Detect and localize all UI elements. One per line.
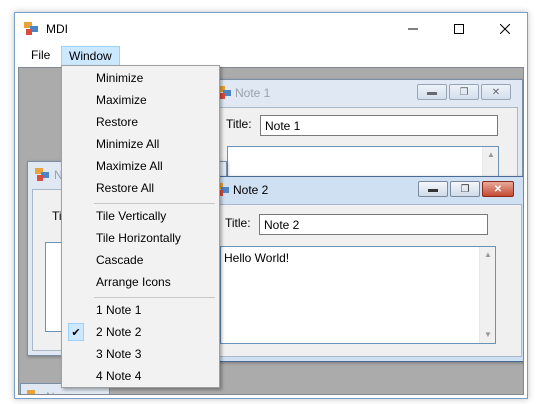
child-window-note1[interactable]: Note 1 ▬ ❐ ✕ Title: Note 1 ▲ <box>211 79 523 186</box>
menu-separator <box>94 203 215 204</box>
scroll-down-icon[interactable]: ▼ <box>480 327 496 343</box>
scroll-up-icon[interactable]: ▲ <box>483 147 499 163</box>
note2-caption[interactable]: Note 2 ▬ ❐ ✕ <box>210 177 523 203</box>
menu-item-tile-horizontally[interactable]: Tile Horizontally <box>64 227 217 249</box>
restore-icon: ❐ <box>459 86 469 98</box>
close-button[interactable] <box>482 13 528 44</box>
menu-file[interactable]: File <box>24 46 57 66</box>
note2-body[interactable]: Hello World! ▲ ▼ <box>220 246 496 344</box>
title-bar[interactable]: MDI <box>15 13 527 44</box>
close-icon: ✕ <box>493 183 503 195</box>
menu-item-maximize-all[interactable]: Maximize All <box>64 155 217 177</box>
menu-item-window-1[interactable]: 1 Note 1 <box>64 299 217 321</box>
minimize-icon <box>408 28 418 29</box>
checkmark-icon: ✔ <box>68 323 84 341</box>
menu-item-window-2[interactable]: ✔ 2 Note 2 <box>64 321 217 343</box>
child-window-note2[interactable]: Note 2 ▬ ❐ ✕ Title: Note 2 Hello World! … <box>209 176 523 362</box>
note1-close-button[interactable]: ✕ <box>481 84 511 100</box>
menu-item-cascade[interactable]: Cascade <box>64 249 217 271</box>
note2-client: Title: Note 2 Hello World! ▲ ▼ <box>214 204 522 357</box>
note1-caption[interactable]: Note 1 ▬ ❐ ✕ <box>212 80 522 106</box>
note2-restore-button[interactable]: ❐ <box>450 181 480 197</box>
menu-item-minimize[interactable]: Minimize <box>64 67 217 89</box>
maximize-button[interactable] <box>436 13 482 44</box>
close-icon <box>500 23 510 34</box>
menu-item-window-2-label: 2 Note 2 <box>96 325 142 339</box>
menu-item-restore-all[interactable]: Restore All <box>64 177 217 199</box>
menu-item-tile-vertically[interactable]: Tile Vertically <box>64 205 217 227</box>
note2-minimize-button[interactable]: ▬ <box>418 181 448 197</box>
menu-separator <box>94 297 215 298</box>
maximize-icon <box>454 23 464 34</box>
minimize-icon: ▬ <box>428 183 438 195</box>
minimize-button[interactable] <box>390 13 436 44</box>
note1-title-label: Title: <box>226 117 252 131</box>
note1-title: Note 1 <box>235 86 271 100</box>
scroll-up-icon[interactable]: ▲ <box>480 247 496 263</box>
note1-client: Title: Note 1 ▲ <box>216 107 518 186</box>
menu-item-maximize[interactable]: Maximize <box>64 89 217 111</box>
menu-item-window-4[interactable]: 4 Note 4 <box>64 365 217 387</box>
window-title: MDI <box>46 22 68 36</box>
note2-title-label: Title: <box>225 216 251 230</box>
note1-title-input[interactable]: Note 1 <box>260 115 498 136</box>
note3-icon <box>35 168 49 181</box>
note2-title: Note 2 <box>233 183 269 197</box>
app-icon <box>24 22 38 35</box>
note1-restore-button[interactable]: ❐ <box>449 84 479 100</box>
menu-item-minimize-all[interactable]: Minimize All <box>64 133 217 155</box>
menu-item-arrange-icons[interactable]: Arrange Icons <box>64 271 217 293</box>
menu-bar: File Window <box>15 44 527 66</box>
note2-close-button[interactable]: ✕ <box>482 181 514 197</box>
note4-title: No <box>46 390 61 394</box>
note2-scrollbar[interactable]: ▲ ▼ <box>479 247 495 343</box>
note1-minimize-button[interactable]: ▬ <box>417 84 447 100</box>
menu-item-restore[interactable]: Restore <box>64 111 217 133</box>
menu-window[interactable]: Window <box>61 46 120 66</box>
restore-icon: ❐ <box>460 183 470 195</box>
window-menu-dropdown: Minimize Maximize Restore Minimize All M… <box>61 65 220 388</box>
note4-icon <box>27 390 35 394</box>
menu-item-window-3[interactable]: 3 Note 3 <box>64 343 217 365</box>
minimize-icon: ▬ <box>427 86 437 98</box>
close-icon: ✕ <box>491 86 501 98</box>
note2-title-input[interactable]: Note 2 <box>259 214 488 235</box>
note2-body-text: Hello World! <box>224 251 290 265</box>
